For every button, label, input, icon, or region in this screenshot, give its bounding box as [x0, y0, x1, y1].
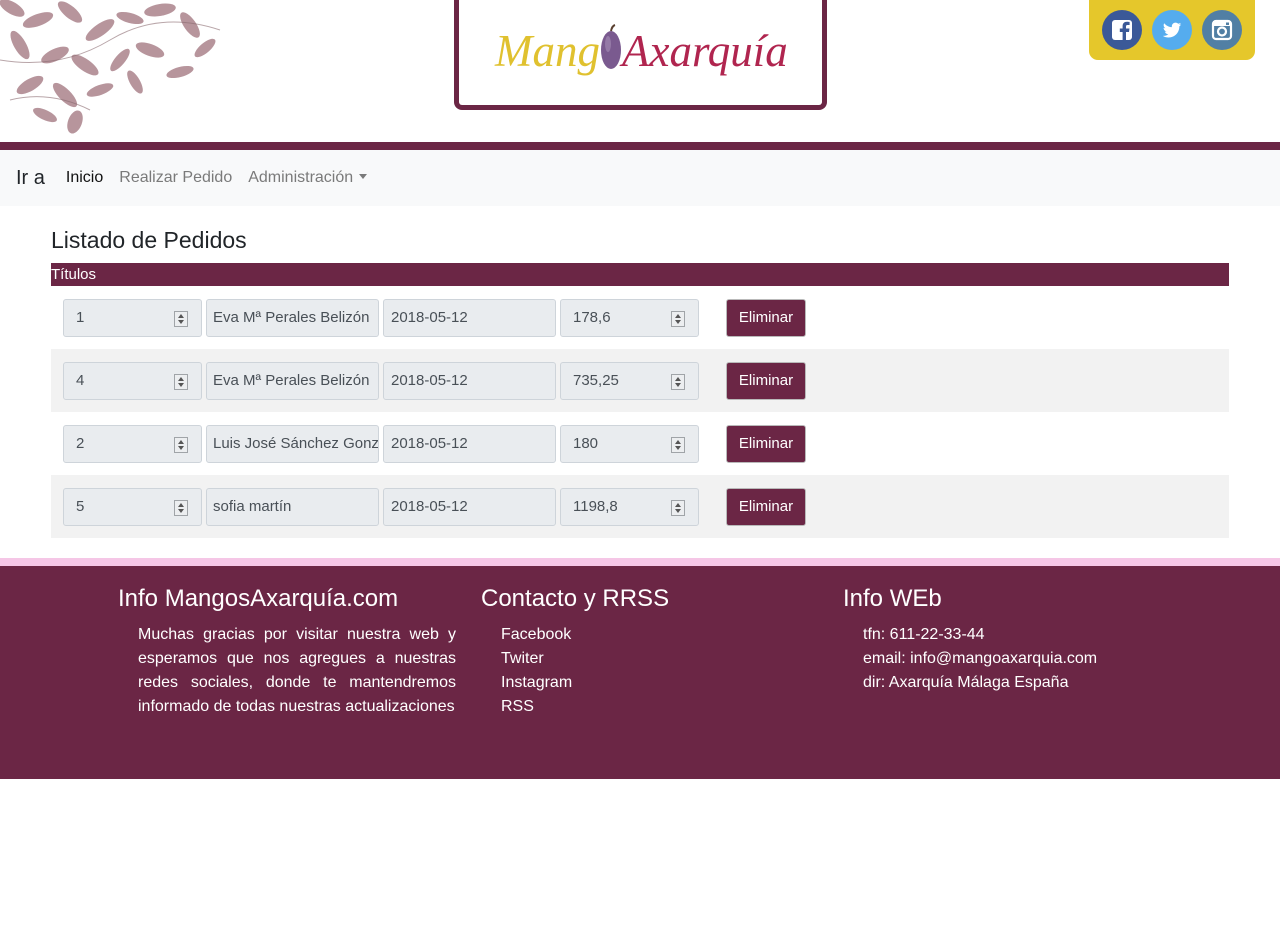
customer-name-value: Eva Mª Perales Belizón [213, 309, 370, 326]
order-id-input[interactable]: 2 [63, 424, 202, 463]
order-total-value: 178,6 [573, 309, 611, 326]
instagram-icon [1211, 19, 1233, 41]
order-total-value: 1198,8 [573, 498, 618, 515]
leaves-decoration [0, 0, 221, 134]
chevron-down-icon [359, 174, 368, 179]
order-total-value: 735,25 [573, 372, 619, 389]
delete-button[interactable]: Eliminar [726, 298, 806, 337]
nav-link-realizar-pedido[interactable]: Realizar Pedido [119, 169, 232, 187]
mango-icon [601, 24, 621, 69]
footer-web-title: Info WEb [843, 585, 942, 612]
spinner-icon[interactable] [671, 499, 685, 516]
customer-name-input[interactable]: Eva Mª Perales Belizón [206, 298, 379, 337]
order-id-input[interactable]: 4 [63, 361, 202, 400]
logo-text-part2: Axarquía [622, 26, 788, 76]
footer-band [0, 558, 1280, 566]
footer-email: email: info@mangoaxarquia.com [863, 650, 1098, 667]
spinner-icon[interactable] [174, 310, 188, 327]
order-row: 1 Eva Mª Perales Belizón 2018-05-12 178,… [51, 286, 1229, 349]
nav-dropdown-administracion[interactable]: Administración [248, 169, 368, 187]
customer-name-value: Luis José Sánchez Gonz [213, 435, 379, 452]
footer-link-instagram[interactable]: Instagram [501, 671, 801, 695]
footer-address: dir: Axarquía Málaga España [863, 674, 1069, 691]
order-row: 5 sofia martín 2018-05-12 1198,8 Elimina… [51, 475, 1229, 538]
facebook-button[interactable] [1102, 10, 1142, 50]
order-date-input[interactable]: 2018-05-12 [383, 361, 556, 400]
footer-link-twitter[interactable]: Twiter [501, 647, 801, 671]
footer-contact-column: Contacto y RRSS Facebook Twiter Instagra… [481, 584, 801, 719]
nav-link-inicio[interactable]: Inicio [66, 169, 103, 187]
order-date-value: 2018-05-12 [391, 435, 468, 452]
footer-phone: tfn: 611-22-33-44 [863, 626, 985, 643]
order-row: 4 Eva Mª Perales Belizón 2018-05-12 735,… [51, 349, 1229, 412]
customer-name-input[interactable]: Luis José Sánchez Gonz [206, 424, 379, 463]
site-footer: Info MangosAxarquía.com Muchas gracias p… [0, 566, 1280, 779]
order-date-value: 2018-05-12 [391, 309, 468, 326]
order-total-input[interactable]: 735,25 [560, 361, 699, 400]
customer-name-value: sofia martín [213, 498, 292, 515]
order-total-input[interactable]: 178,6 [560, 298, 699, 337]
spinner-icon[interactable] [671, 436, 685, 453]
customer-name-input[interactable]: sofia martín [206, 487, 379, 526]
order-total-value: 180 [573, 435, 599, 452]
delete-button[interactable]: Eliminar [726, 424, 806, 463]
order-total-input[interactable]: 1198,8 [560, 487, 699, 526]
customer-name-value: Eva Mª Perales Belizón [213, 372, 370, 389]
order-id-value: 2 [76, 435, 85, 452]
footer-info-column: Info MangosAxarquía.com Muchas gracias p… [118, 584, 456, 719]
logo-text: Mang Axarquía [495, 24, 788, 74]
order-row: 2 Luis José Sánchez Gonz 2018-05-12 180 … [51, 412, 1229, 475]
twitter-icon [1162, 22, 1182, 38]
spinner-icon[interactable] [174, 436, 188, 453]
site-header: Mang Axarquía [0, 0, 1280, 142]
navbar-brand[interactable]: Ir a [16, 167, 45, 190]
order-date-input[interactable]: 2018-05-12 [383, 424, 556, 463]
order-total-input[interactable]: 180 [560, 424, 699, 463]
facebook-icon [1112, 20, 1132, 41]
order-date-value: 2018-05-12 [391, 498, 468, 515]
logo-text-part1: Mang [495, 26, 600, 76]
order-id-input[interactable]: 5 [63, 487, 202, 526]
delete-button[interactable]: Eliminar [726, 361, 806, 400]
navbar: Ir a Inicio Realizar Pedido Administraci… [0, 150, 1280, 206]
main-content: Listado de Pedidos Títulos 1 Eva Mª Pera… [0, 228, 1280, 538]
page-title: Listado de Pedidos [51, 227, 247, 253]
order-id-value: 4 [76, 372, 85, 389]
logo[interactable]: Mang Axarquía [454, 0, 827, 110]
table-header: Títulos [51, 263, 1229, 286]
footer-contact-title: Contacto y RRSS [481, 585, 670, 612]
order-date-value: 2018-05-12 [391, 372, 468, 389]
spinner-icon[interactable] [174, 373, 188, 390]
nav-dropdown-label: Administración [248, 169, 354, 186]
footer-web-column: Info WEb tfn: 611-22-33-44 email: info@m… [843, 584, 1243, 695]
order-id-input[interactable]: 1 [63, 298, 202, 337]
footer-info-title: Info MangosAxarquía.com [118, 585, 399, 612]
header-band [0, 142, 1280, 150]
footer-link-rss[interactable]: RSS [501, 695, 801, 719]
order-date-input[interactable]: 2018-05-12 [383, 298, 556, 337]
instagram-button[interactable] [1202, 10, 1242, 50]
footer-info-text: Muchas gracias por visitar nuestra web y… [138, 626, 456, 715]
delete-button[interactable]: Eliminar [726, 487, 806, 526]
twitter-button[interactable] [1152, 10, 1192, 50]
footer-link-facebook[interactable]: Facebook [501, 623, 801, 647]
order-id-value: 5 [76, 498, 85, 515]
spinner-icon[interactable] [671, 310, 685, 327]
order-id-value: 1 [76, 309, 85, 326]
social-links [1089, 0, 1255, 60]
order-date-input[interactable]: 2018-05-12 [383, 487, 556, 526]
spinner-icon[interactable] [671, 373, 685, 390]
customer-name-input[interactable]: Eva Mª Perales Belizón [206, 361, 379, 400]
spinner-icon[interactable] [174, 499, 188, 516]
